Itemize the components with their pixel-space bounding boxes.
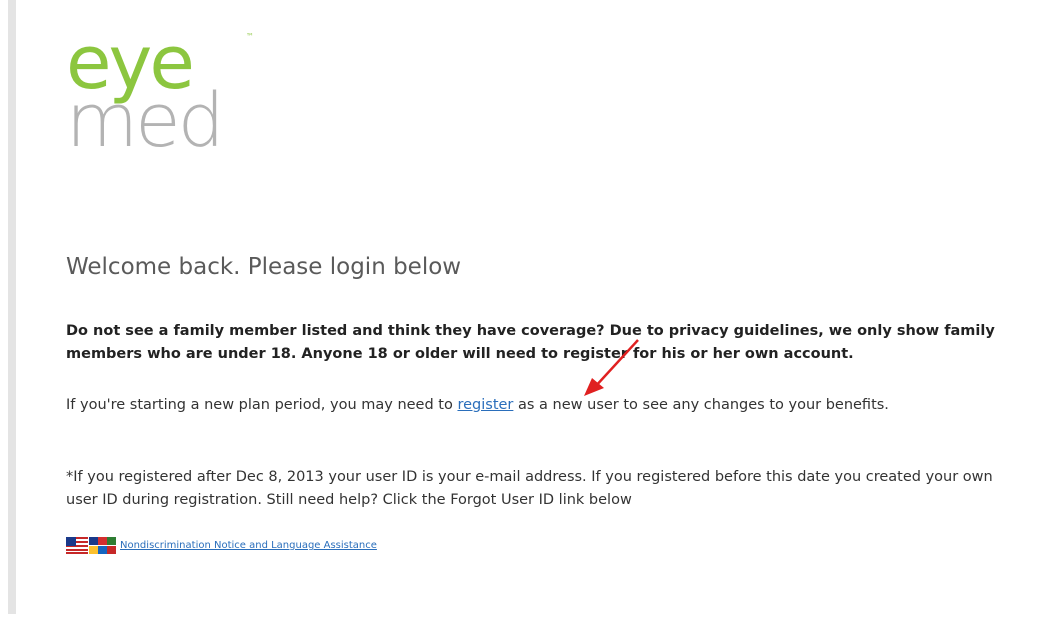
register-paragraph: If you're starting a new plan period, yo… xyxy=(66,394,1026,417)
nondiscrimination-row: Nondiscrimination Notice and Language As… xyxy=(66,537,377,554)
left-border xyxy=(8,0,16,614)
logo-trademark: ™ xyxy=(246,32,254,41)
annotation-arrow-icon xyxy=(584,339,639,396)
page-title: Welcome back. Please login below xyxy=(66,254,462,280)
register-link[interactable]: register xyxy=(457,397,513,413)
register-text-before: If you're starting a new plan period, yo… xyxy=(66,397,458,413)
eyemed-logo: eye ™ med xyxy=(66,26,256,158)
user-id-info: *If you registered after Dec 8, 2013 you… xyxy=(66,469,993,508)
register-text-after: as a new user to see any changes to your… xyxy=(513,397,889,413)
logo-med-text: med xyxy=(66,78,225,164)
language-flags-icon xyxy=(66,537,116,554)
login-page: eye ™ med Welcome back. Please login bel… xyxy=(0,0,1044,619)
nondiscrimination-link[interactable]: Nondiscrimination Notice and Language As… xyxy=(120,540,377,551)
family-member-notice: Do not see a family member listed and th… xyxy=(66,323,995,362)
